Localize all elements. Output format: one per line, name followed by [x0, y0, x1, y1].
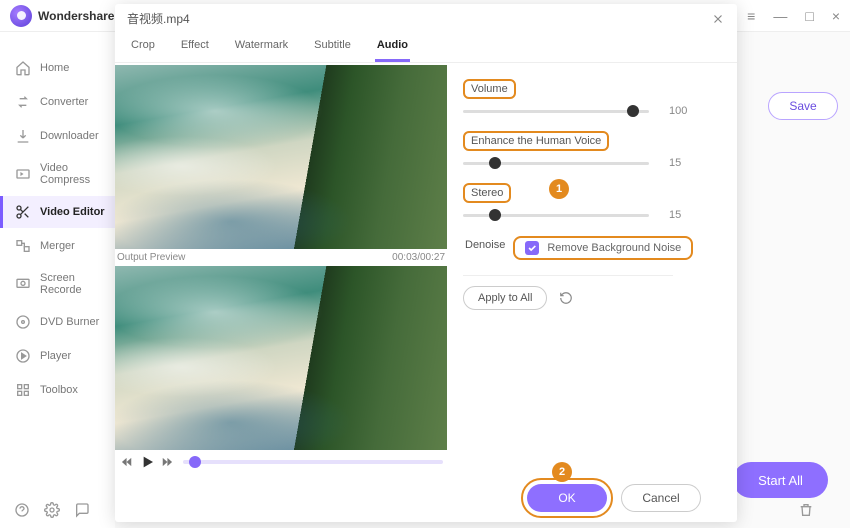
preview-column: Output Preview 00:03/00:27 [115, 65, 447, 476]
logo-icon [10, 5, 32, 27]
sidebar-item-label: Toolbox [40, 384, 78, 396]
progress-thumb[interactable] [189, 456, 201, 468]
next-frame-icon[interactable] [161, 455, 175, 469]
tab-crop[interactable]: Crop [129, 35, 157, 62]
save-button[interactable]: Save [768, 92, 838, 120]
sidebar: Home Converter Downloader Video Compress… [0, 32, 115, 528]
sidebar-item-converter[interactable]: Converter [0, 86, 115, 118]
brand-name: Wondershare [38, 9, 114, 23]
menu-icon[interactable]: ≡ [747, 8, 755, 24]
minimize-icon[interactable]: — [773, 8, 787, 24]
sidebar-item-merger[interactable]: Merger [0, 230, 115, 262]
enhance-voice-slider[interactable] [463, 162, 649, 165]
progress-track[interactable] [183, 460, 443, 464]
compress-icon [15, 166, 31, 182]
reset-icon[interactable] [559, 291, 573, 305]
prev-frame-icon[interactable] [119, 455, 133, 469]
sidebar-item-label: DVD Burner [40, 316, 99, 328]
stereo-slider[interactable] [463, 214, 649, 217]
tab-effect[interactable]: Effect [179, 35, 211, 62]
app-footer [0, 492, 90, 528]
playback-time: 00:03/00:27 [392, 252, 445, 263]
sidebar-item-label: Home [40, 62, 69, 74]
sidebar-item-toolbox[interactable]: Toolbox [0, 374, 115, 406]
dialog-title: 音视频.mp4 [127, 10, 190, 27]
converter-icon [15, 94, 31, 110]
remove-noise-option[interactable]: Remove Background Noise [513, 236, 693, 260]
maximize-icon[interactable]: □ [805, 8, 813, 24]
feedback-icon[interactable] [74, 502, 90, 518]
sidebar-item-compress[interactable]: Video Compress [0, 154, 115, 194]
audio-editor-dialog: 音视频.mp4 Crop Effect Watermark Subtitle A… [115, 4, 737, 522]
volume-slider-thumb[interactable] [627, 105, 639, 117]
tab-subtitle[interactable]: Subtitle [312, 35, 353, 62]
sidebar-item-dvd[interactable]: DVD Burner [0, 306, 115, 338]
play-button-icon[interactable] [139, 454, 155, 470]
remove-noise-checkbox[interactable] [525, 241, 539, 255]
denoise-label: Denoise [463, 235, 507, 255]
help-icon[interactable] [14, 502, 30, 518]
enhance-voice-value: 15 [669, 157, 699, 169]
dialog-close-icon[interactable] [711, 12, 725, 26]
start-all-button[interactable]: Start All [733, 462, 828, 498]
sidebar-item-editor[interactable]: Video Editor [0, 196, 115, 228]
sidebar-item-label: Player [40, 350, 71, 362]
playback-bar [115, 450, 447, 474]
enhance-voice-slider-thumb[interactable] [489, 157, 501, 169]
enhance-voice-label: Enhance the Human Voice [463, 131, 609, 151]
home-icon [15, 60, 31, 76]
sidebar-item-home[interactable]: Home [0, 52, 115, 84]
sidebar-item-downloader[interactable]: Downloader [0, 120, 115, 152]
stereo-value: 15 [669, 209, 699, 221]
stereo-slider-thumb[interactable] [489, 209, 501, 221]
sidebar-item-label: Downloader [40, 130, 99, 142]
annotation-step-2: 2 [552, 462, 572, 482]
tab-audio[interactable]: Audio [375, 35, 410, 62]
apply-to-all-button[interactable]: Apply to All [463, 286, 547, 310]
divider [463, 275, 673, 276]
sidebar-item-label: Merger [40, 240, 75, 252]
remove-noise-label: Remove Background Noise [547, 242, 681, 254]
sidebar-item-player[interactable]: Player [0, 340, 115, 372]
settings-icon[interactable] [44, 502, 60, 518]
output-preview-label: Output Preview [117, 252, 185, 263]
grid-icon [15, 382, 31, 398]
annotation-step-1: 1 [549, 179, 569, 199]
scissors-icon [15, 204, 31, 220]
download-icon [15, 128, 31, 144]
ok-button[interactable]: OK [527, 484, 607, 512]
sidebar-item-label: Screen Recorde [40, 272, 107, 296]
cancel-button[interactable]: Cancel [621, 484, 701, 512]
trash-icon[interactable] [798, 502, 814, 518]
tab-watermark[interactable]: Watermark [233, 35, 290, 62]
volume-label: Volume [463, 79, 516, 99]
source-preview [115, 65, 447, 249]
volume-slider[interactable] [463, 110, 649, 113]
merger-icon [15, 238, 31, 254]
editor-tabs: Crop Effect Watermark Subtitle Audio [115, 31, 737, 63]
output-preview [115, 266, 447, 450]
sidebar-item-recorder[interactable]: Screen Recorde [0, 264, 115, 304]
volume-value: 100 [669, 105, 699, 117]
audio-controls: Volume 100 Enhance the Human Voice 15 St… [461, 65, 723, 476]
sidebar-item-label: Video Compress [40, 162, 107, 186]
dialog-footer: 2 OK Cancel [115, 476, 737, 522]
sidebar-item-label: Converter [40, 96, 88, 108]
close-icon[interactable]: × [832, 8, 840, 24]
app-logo: Wondershare [10, 5, 114, 27]
disc-icon [15, 314, 31, 330]
play-icon [15, 348, 31, 364]
sidebar-item-label: Video Editor [40, 206, 105, 218]
stereo-label: Stereo [463, 183, 511, 203]
recorder-icon [15, 276, 31, 292]
